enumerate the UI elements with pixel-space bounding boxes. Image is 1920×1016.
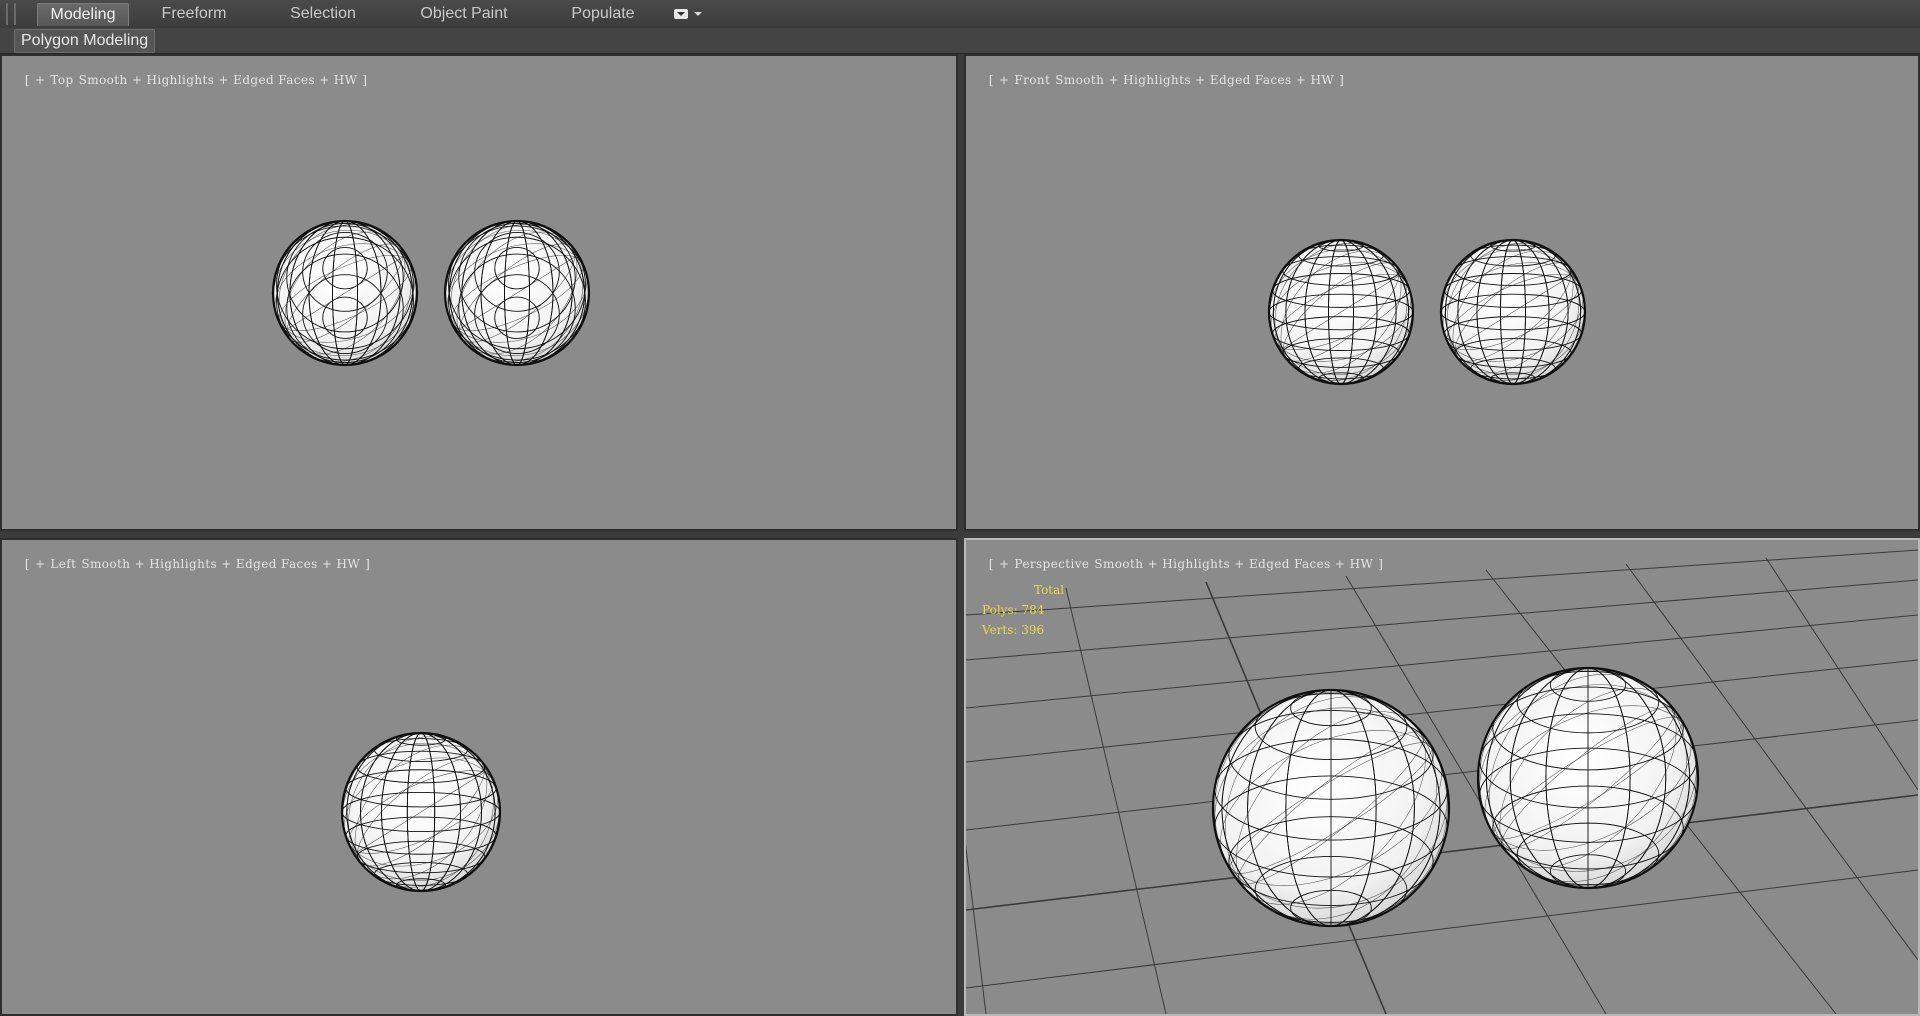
stats-title: Total <box>1034 583 1065 597</box>
viewport-menu-bracket: ] <box>1339 73 1345 87</box>
chevron-down-icon <box>694 12 702 16</box>
viewport-shading-menu[interactable]: Smooth + Highlights + Edged Faces + HW <box>1055 73 1334 87</box>
viewport-front-label: [ + Front Smooth + Highlights + Edged Faces… <box>972 59 1349 101</box>
viewport-shading-menu[interactable]: Smooth + Highlights + Edged Faces + HW <box>79 73 358 87</box>
viewport-pov-menu[interactable]: Front <box>1014 73 1050 87</box>
viewport-pov-menu[interactable]: Perspective <box>1014 557 1089 571</box>
viewport-menu-bracket: [ <box>24 557 30 571</box>
viewport-shading-menu[interactable]: Smooth + Highlights + Edged Faces + HW <box>1094 557 1373 571</box>
viewport-perspective-label: [ + Perspective Smooth + Highlights + Edged… <box>972 543 1388 585</box>
ribbon-grip-handle[interactable] <box>6 3 16 25</box>
ribbon-panel: Polygon Modeling <box>0 28 1920 54</box>
tab-options-icon <box>674 9 688 19</box>
viewport-menu-bracket: [ <box>988 557 994 571</box>
tab-selection[interactable]: Selection <box>278 3 368 25</box>
stats-polys: Polys: 784 <box>982 603 1045 617</box>
sphere-object[interactable] <box>314 705 528 920</box>
viewport-general-menu[interactable]: + <box>999 73 1009 87</box>
viewport-shading-menu[interactable]: Smooth + Highlights + Edged Faces + HW <box>81 557 360 571</box>
viewport-front-scene <box>1244 214 1611 410</box>
tab-modeling[interactable]: Modeling <box>37 3 129 26</box>
viewport-menu-bracket: [ <box>24 73 30 87</box>
tab-freeform[interactable]: Freeform <box>149 3 239 25</box>
viewport-menu-bracket: ] <box>362 73 368 87</box>
sphere-object[interactable] <box>1416 214 1611 410</box>
viewport-perspective-scene <box>966 549 1918 1014</box>
viewport-top-scene <box>248 195 615 391</box>
tab-populate[interactable]: Populate <box>558 3 648 25</box>
viewport-general-menu[interactable]: + <box>999 557 1009 571</box>
stats-verts: Verts: 396 <box>982 623 1045 637</box>
viewport-top-label: [ + Top Smooth + Highlights + Edged Faces +… <box>8 59 373 101</box>
viewport-top[interactable]: [ + Top Smooth + Highlights + Edged Faces +… <box>0 54 958 531</box>
viewport-menu-bracket: ] <box>365 557 371 571</box>
viewport-perspective[interactable]: [ + Perspective Smooth + Highlights + Edged… <box>964 538 1920 1016</box>
viewport-front[interactable]: [ + Front Smooth + Highlights + Edged Faces… <box>964 54 1920 531</box>
tab-object-paint[interactable]: Object Paint <box>414 3 514 25</box>
viewport-pov-menu[interactable]: Left <box>50 557 76 571</box>
polygon-modeling-panel-button[interactable]: Polygon Modeling <box>14 29 156 53</box>
viewport-left[interactable]: [ + Left Smooth + Highlights + Edged Faces … <box>0 538 958 1016</box>
viewport-general-menu[interactable]: + <box>35 73 45 87</box>
viewport-menu-bracket: [ <box>988 73 994 87</box>
scene-statistics: Total Polys: 784 Verts: 396 <box>982 580 1064 640</box>
viewport-general-menu[interactable]: + <box>35 557 45 571</box>
viewport-left-scene <box>314 705 528 920</box>
sphere-object[interactable] <box>1244 214 1439 410</box>
tab-options-dropdown[interactable] <box>674 8 704 22</box>
sphere-object[interactable] <box>1172 648 1490 968</box>
viewport-pov-menu[interactable]: Top <box>50 73 73 87</box>
viewport-left-label: [ + Left Smooth + Highlights + Edged Faces … <box>8 543 375 585</box>
sphere-object[interactable] <box>1440 629 1737 927</box>
sphere-object[interactable] <box>420 195 615 391</box>
viewport-menu-bracket: ] <box>1378 557 1384 571</box>
ribbon-tab-bar: Modeling Freeform Selection Object Paint… <box>0 0 1920 29</box>
sphere-object[interactable] <box>248 195 443 391</box>
